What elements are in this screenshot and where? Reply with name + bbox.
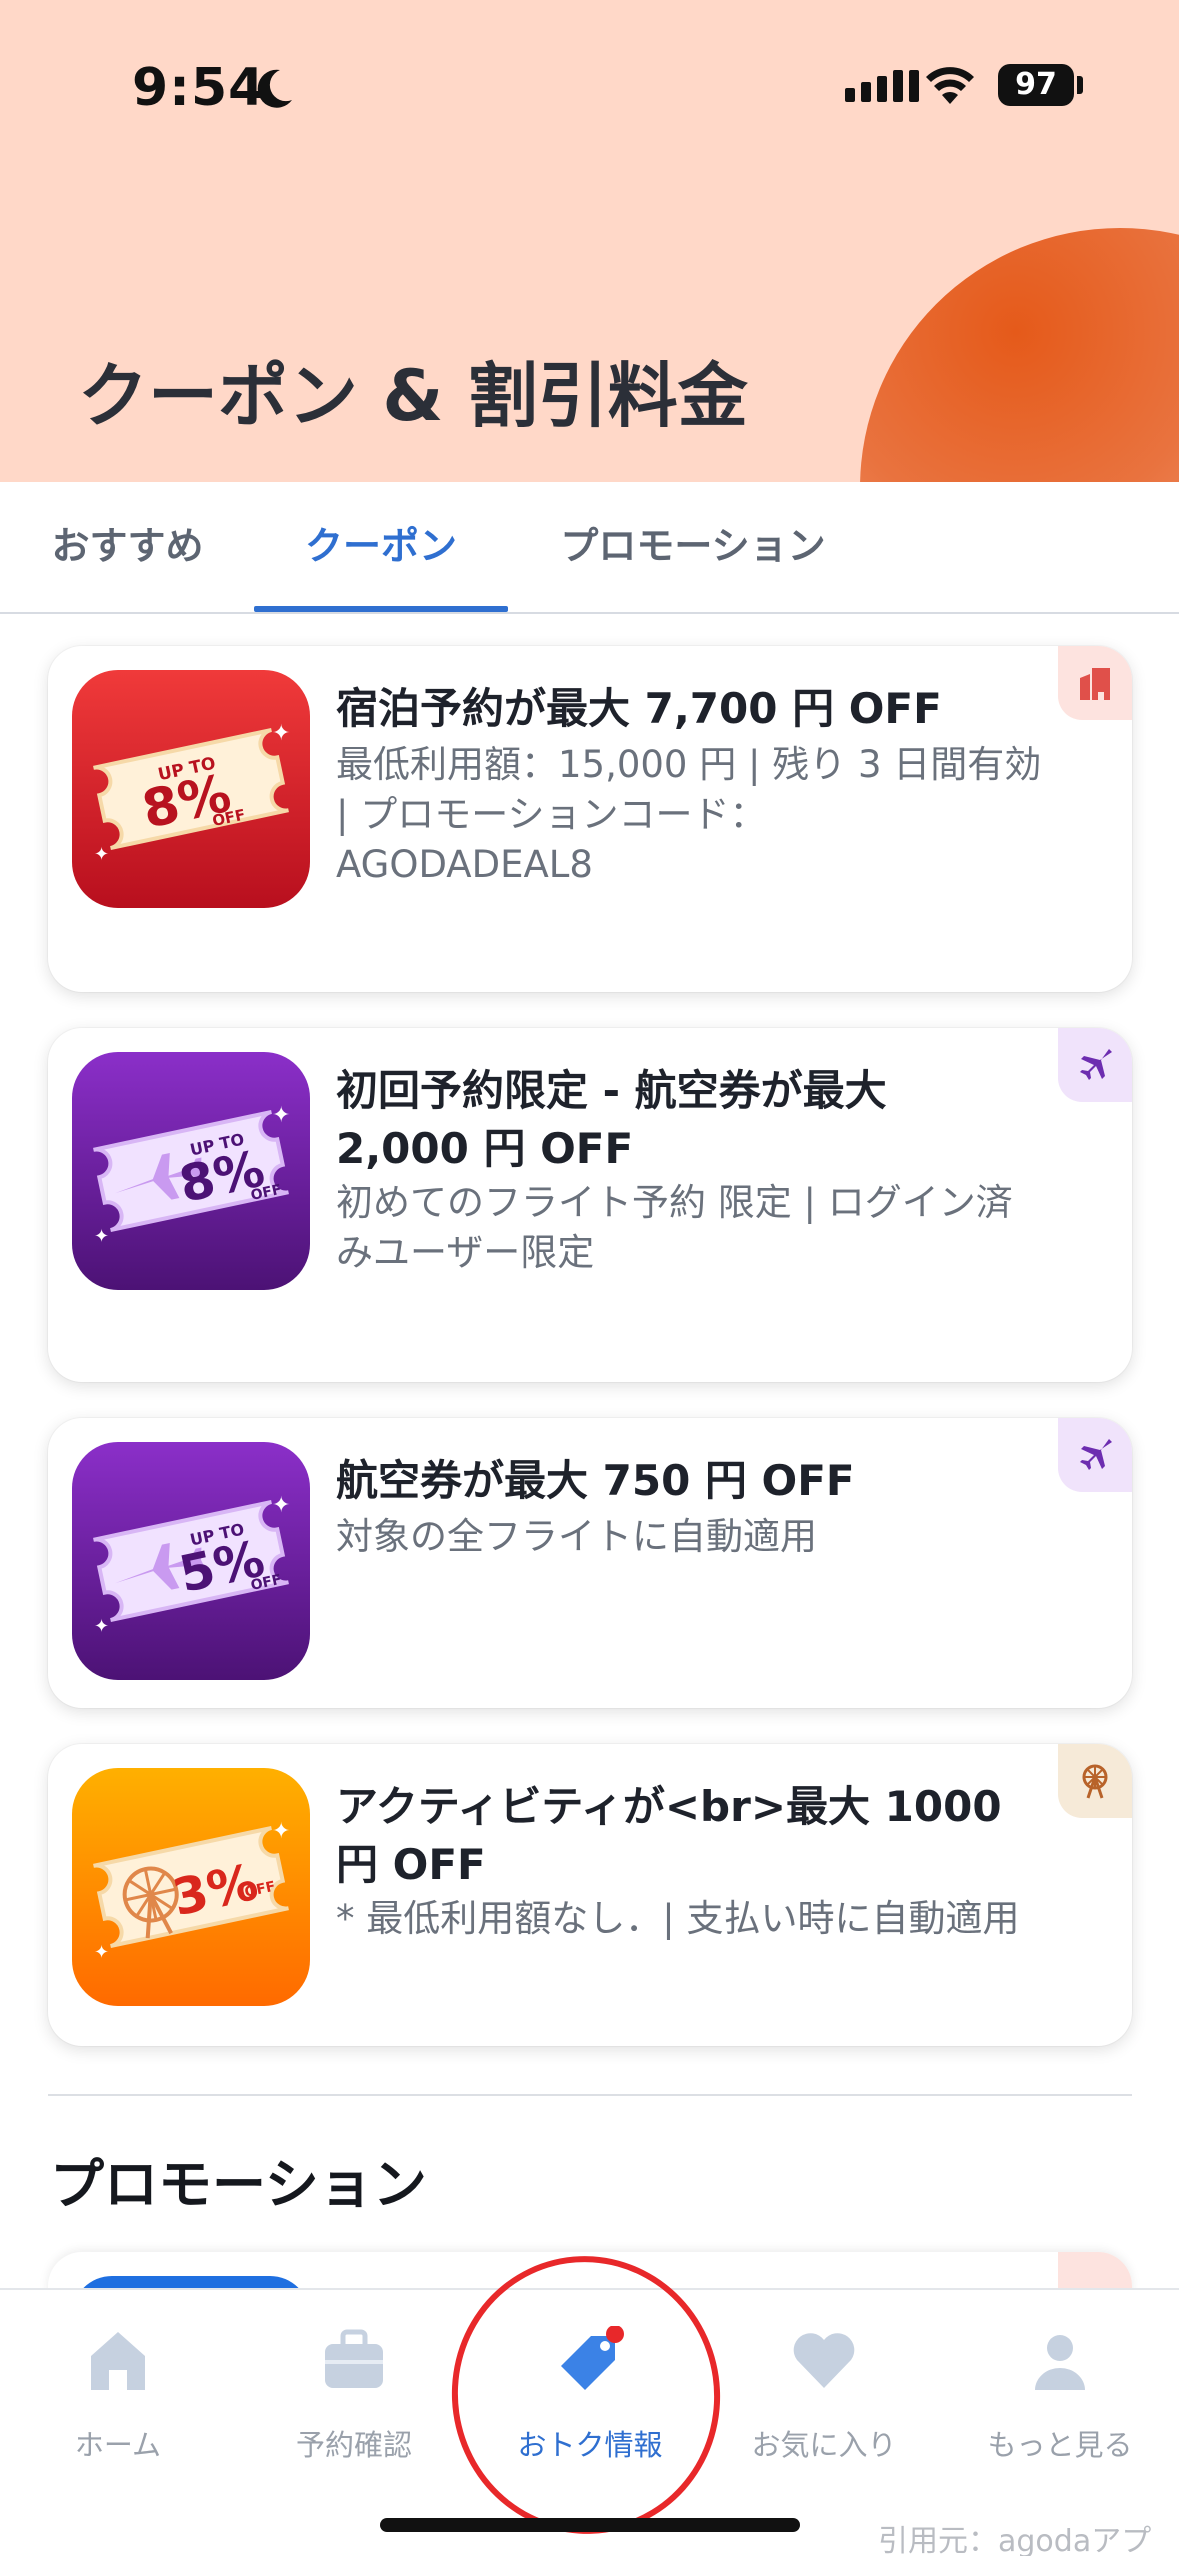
nav-home[interactable]: ホーム <box>18 2326 218 2464</box>
flight-category-badge <box>1058 1028 1132 1102</box>
coupon-desc-line: 対象の全フライトに自動適用 <box>336 1515 817 1558</box>
svg-text:✦: ✦ <box>94 844 109 865</box>
svg-text:✦: ✦ <box>94 1226 109 1247</box>
nav-favorites[interactable]: お気に入り <box>724 2326 924 2464</box>
coupon-card[interactable]: UP TO 8% OFF ✦ ✦ 初回予約限定 - 航空券が最大 2,000 円 … <box>48 1028 1132 1382</box>
home-indicator[interactable] <box>380 2518 800 2532</box>
coupon-title: 宿泊予約が最大 7,700 円 OFF <box>336 684 942 733</box>
coupon-title: 航空券が最大 750 円 OFF <box>336 1456 855 1505</box>
svg-text:✦: ✦ <box>272 1103 290 1128</box>
coupon-desc-line: | プロモーションコード： <box>336 793 767 836</box>
coupon-desc-line: AGODADEAL8 <box>336 843 593 886</box>
page-title: クーポン & 割引料金 <box>78 355 748 437</box>
tab-bar: おすすめ クーポン プロモーション <box>0 482 1179 614</box>
coupon-desc-line: 最低利用額：15,000 円 | 残り 3 日間有効 <box>336 743 1042 786</box>
decorative-orb <box>860 228 1179 482</box>
nav-more[interactable]: もっと見る <box>960 2326 1160 2464</box>
coupon-activity-badge-icon: 3% OFF ✦ ✦ <box>72 1768 310 2006</box>
nav-label: ホーム <box>74 2428 162 2462</box>
tab-recommended[interactable]: おすすめ <box>40 482 215 614</box>
svg-text:✦: ✦ <box>94 1942 109 1963</box>
wifi-icon <box>926 67 974 104</box>
svg-text:✦: ✦ <box>272 721 290 746</box>
plane-icon <box>1080 1439 1112 1470</box>
nav-label: もっと見る <box>987 2428 1133 2462</box>
plane-icon <box>1080 1049 1112 1080</box>
nav-label: 予約確認 <box>295 2428 412 2462</box>
heart-icon <box>793 2333 855 2388</box>
coupon-flight-badge-icon: UP TO 8% OFF ✦ ✦ <box>72 1052 310 1290</box>
coupon-desc-line: 初めてのフライト予約 限定 | ログイン済 <box>336 1181 1013 1224</box>
nav-label: お気に入り <box>751 2428 897 2462</box>
coupon-title-line: 2,000 円 OFF <box>336 1124 634 1173</box>
coupon-hotel-badge-icon: UP TO 8% OFF ✦ ✦ <box>72 670 310 908</box>
person-icon <box>1035 2335 1085 2390</box>
tab-promotions[interactable]: プロモーション <box>548 482 838 614</box>
coupon-card[interactable]: 3% OFF ✦ ✦ アクティビティが<br>最大 1000 円 OFF * 最低… <box>48 1744 1132 2046</box>
cellular-signal-icon <box>845 70 919 102</box>
nav-bookings[interactable]: 予約確認 <box>254 2326 454 2464</box>
flight-category-badge <box>1058 1418 1132 1492</box>
source-watermark: 引用元：agodaアプリ <box>878 2524 1152 2556</box>
activity-category-badge <box>1058 1744 1132 1818</box>
battery-indicator: 97 <box>998 64 1074 106</box>
ferris-wheel-icon <box>1082 1764 1108 1799</box>
coupon-card[interactable]: UP TO 8% OFF ✦ ✦ 宿泊予約が最大 7,700 円 OFF 最低利用… <box>48 646 1132 992</box>
coupon-card[interactable]: UP TO 5% OFF ✦ ✦ 航空券が最大 750 円 OFF 対象の全フライ… <box>48 1418 1132 1708</box>
home-icon <box>91 2332 145 2390</box>
svg-text:✦: ✦ <box>272 1819 290 1844</box>
suitcase-icon <box>325 2329 383 2388</box>
active-tab-indicator <box>254 606 508 612</box>
coupon-title-line: 円 OFF <box>336 1840 486 1889</box>
coupon-flight-badge-icon: UP TO 5% OFF ✦ ✦ <box>72 1442 310 1680</box>
status-time: 9:54 <box>132 58 266 118</box>
svg-text:✦: ✦ <box>272 1493 290 1518</box>
coupon-title-line: 初回予約限定 - 航空券が最大 <box>336 1066 887 1115</box>
tab-coupons[interactable]: クーポン <box>254 482 508 614</box>
hotel-category-badge <box>1058 646 1132 720</box>
svg-text:✦: ✦ <box>94 1616 109 1637</box>
section-title-promotions: プロモーション <box>50 2153 427 2216</box>
battery-nub <box>1077 76 1083 94</box>
coupon-title-line: アクティビティが<br>最大 1000 <box>336 1782 1002 1831</box>
coupon-desc-line: * 最低利用額なし．| 支払い時に自動適用 <box>336 1897 1020 1940</box>
coupon-desc-line: みユーザー限定 <box>336 1231 595 1274</box>
section-divider <box>48 2094 1132 2096</box>
hotel-icon <box>1080 668 1110 700</box>
moon-icon <box>257 69 292 108</box>
